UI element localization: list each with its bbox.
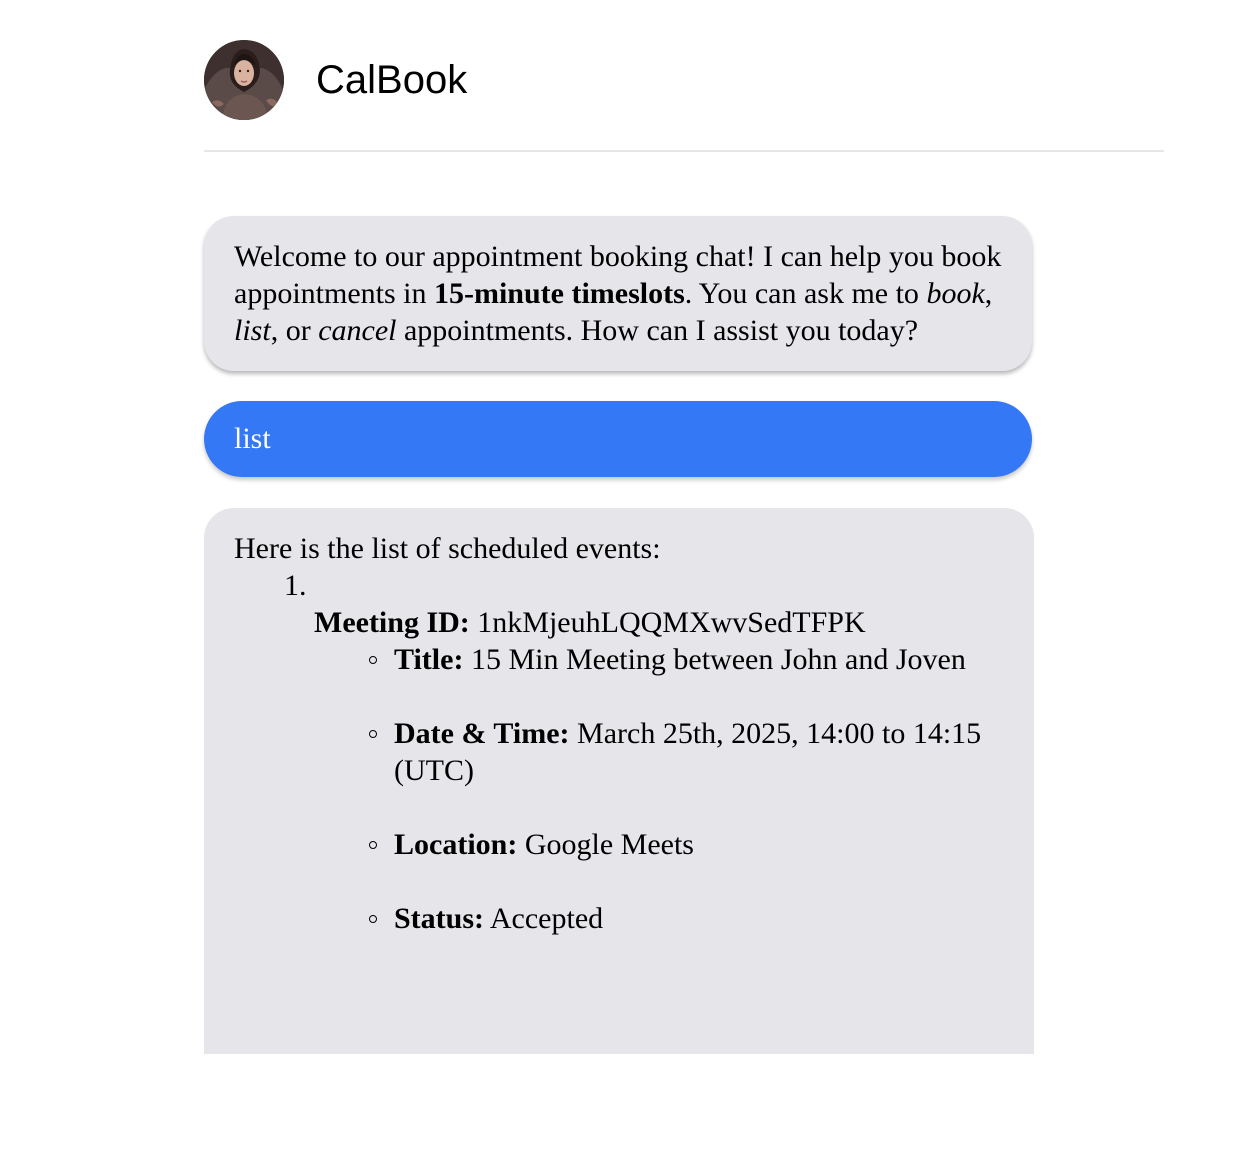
bullet-circle-icon: [369, 656, 377, 664]
chat-messages: Welcome to our appointment booking chat!…: [204, 216, 1034, 1054]
detail-label: Title:: [394, 643, 464, 676]
bot-message-event-list: Here is the list of scheduled events: 1.…: [204, 508, 1034, 1054]
meeting-id-value: 1nkMjeuhLQQMXwvSedTFPK: [477, 606, 866, 639]
event-list-intro: Here is the list of scheduled events:: [234, 532, 661, 565]
welcome-italic-book: book: [926, 277, 985, 310]
user-message: list: [204, 401, 1032, 477]
event-details: Title: 15 Min Meeting between John and J…: [314, 641, 1004, 937]
bullet-circle-icon: [369, 730, 377, 738]
detail-label: Status:: [394, 902, 485, 935]
event-list: 1. Meeting ID: 1nkMjeuhLQQMXwvSedTFPK Ti…: [234, 567, 1004, 937]
avatar: [204, 40, 284, 120]
app-title: CalBook: [316, 58, 468, 102]
welcome-bold-timeslots: 15-minute timeslots: [433, 277, 685, 310]
welcome-separator: ,: [984, 277, 993, 310]
detail-label: Date & Time:: [394, 717, 570, 750]
chat-app: CalBook Welcome to our appointment booki…: [204, 0, 1164, 1054]
header: CalBook: [204, 0, 1164, 152]
user-message-text: list: [234, 422, 271, 455]
detail-title: Title: 15 Min Meeting between John and J…: [369, 641, 1004, 678]
detail-datetime: Date & Time: March 25th, 2025, 14:00 to …: [369, 715, 1004, 789]
detail-value: Google Meets: [524, 828, 694, 861]
list-item: 1. Meeting ID: 1nkMjeuhLQQMXwvSedTFPK Ti…: [284, 567, 1004, 937]
welcome-text-part: appointments. How can I assist you today…: [396, 314, 919, 347]
meeting-id: Meeting ID: 1nkMjeuhLQQMXwvSedTFPK: [314, 567, 1004, 641]
detail-label: Location:: [394, 828, 518, 861]
meeting-id-label: Meeting ID:: [314, 606, 470, 639]
welcome-italic-cancel: cancel: [318, 314, 397, 347]
bot-message-welcome: Welcome to our appointment booking chat!…: [204, 216, 1032, 371]
welcome-italic-list: list: [234, 314, 271, 347]
welcome-text-part: . You can ask me to: [684, 277, 927, 310]
detail-location: Location: Google Meets: [369, 826, 1004, 863]
avatar-portrait-icon: [204, 40, 284, 120]
detail-value: Accepted: [489, 902, 604, 935]
welcome-text: Welcome to our appointment booking chat!…: [234, 238, 1002, 349]
bullet-circle-icon: [369, 915, 377, 923]
list-item-number: 1.: [284, 569, 307, 602]
bullet-circle-icon: [369, 841, 377, 849]
detail-status: Status: Accepted: [369, 900, 1004, 937]
welcome-separator: , or: [270, 314, 319, 347]
detail-value: 15 Min Meeting between John and Joven: [470, 643, 966, 676]
